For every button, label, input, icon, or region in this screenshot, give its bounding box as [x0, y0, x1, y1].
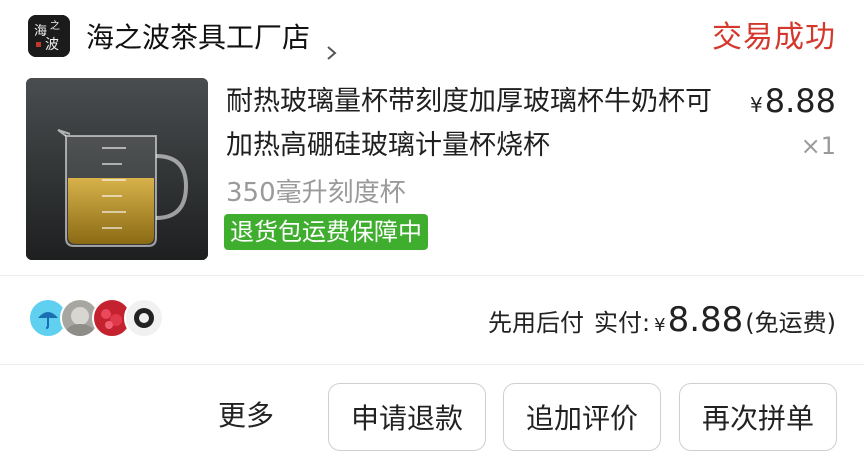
price-currency: ¥: [750, 93, 763, 117]
add-review-button[interactable]: 追加评价: [503, 383, 661, 451]
product-title[interactable]: 耐热玻璃量杯带刻度加厚玻璃杯牛奶杯可加热高硼硅玻璃计量杯烧杯: [226, 80, 726, 168]
order-actions: 更多 申请退款 追加评价 再次拼单: [0, 366, 864, 466]
svg-text:波: 波: [45, 37, 59, 53]
shop-logo[interactable]: 海 之 波: [28, 15, 70, 57]
order-status: 交易成功: [712, 20, 836, 55]
payment-amount: 8.88: [667, 300, 744, 340]
product-spec: 350毫升刻度杯: [226, 178, 406, 208]
product-price: ¥ 8.88: [750, 82, 836, 120]
product-item[interactable]: 耐热玻璃量杯带刻度加厚玻璃杯牛奶杯可加热高硼硅玻璃计量杯烧杯 ¥ 8.88 ×1…: [0, 74, 864, 274]
shop-logo-art: 海 之 波: [28, 15, 70, 57]
payment-row: 先用后付 实付: ¥ 8.88 (免运费): [0, 276, 864, 364]
price-value: 8.88: [764, 82, 836, 120]
payment-summary: 先用后付 实付: ¥ 8.88 (免运费): [488, 300, 836, 344]
product-quantity: ×1: [800, 132, 836, 160]
return-shipping-badge: 退货包运费保障中: [224, 214, 428, 250]
product-image[interactable]: [26, 78, 208, 260]
payment-label: 实付:: [594, 309, 651, 337]
reorder-button[interactable]: 再次拼单: [679, 383, 837, 451]
buyer-avatars[interactable]: [28, 298, 164, 340]
order-card: 海 之 波 海之波茶具工厂店 交易成功 耐热玻璃量杯带刻度加厚玻璃杯牛奶杯可加热…: [0, 0, 864, 466]
shipping-note: (免运费): [745, 309, 836, 337]
chevron-right-icon: [324, 31, 338, 60]
divider: [0, 364, 864, 365]
shop-name-link[interactable]: 海之波茶具工厂店: [86, 18, 338, 60]
avatar-photo: [124, 298, 164, 338]
payment-currency: ¥: [654, 315, 666, 336]
shop-name: 海之波茶具工厂店: [86, 21, 311, 54]
request-refund-button[interactable]: 申请退款: [328, 383, 486, 451]
svg-text:之: 之: [50, 19, 60, 32]
more-button[interactable]: 更多: [218, 394, 274, 434]
order-header: 海 之 波 海之波茶具工厂店 交易成功: [0, 0, 864, 70]
payment-method: 先用后付: [488, 309, 585, 337]
